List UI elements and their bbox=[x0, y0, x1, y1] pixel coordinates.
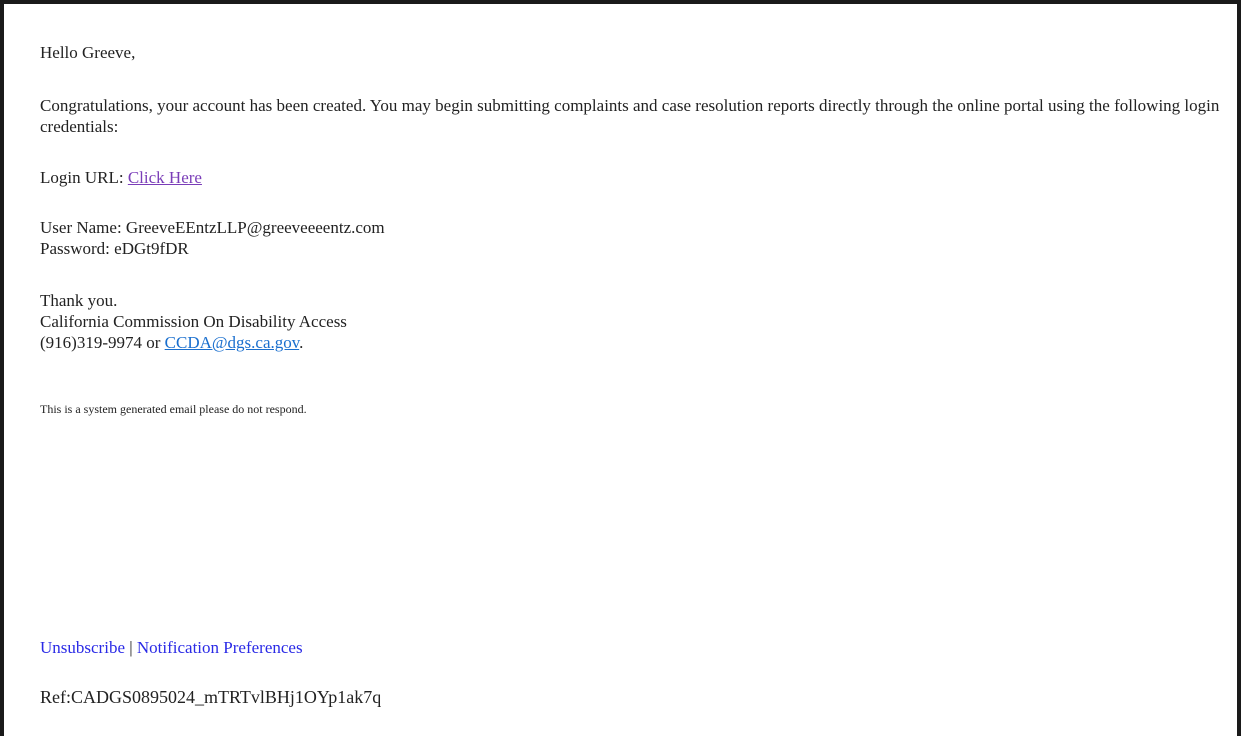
reference-code: Ref:CADGS0895024_mTRTvlBHj1OYp1ak7q bbox=[40, 687, 382, 707]
contact-email-link[interactable]: CCDA@dgs.ca.gov bbox=[165, 333, 300, 352]
greeting-text: Hello Greeve, bbox=[40, 43, 136, 62]
org-name: California Commission On Disability Acce… bbox=[40, 312, 347, 331]
login-url-line: Login URL: Click Here bbox=[40, 167, 202, 188]
username-label: User Name: bbox=[40, 218, 122, 237]
phone-text: (916)319-9974 or bbox=[40, 333, 161, 352]
signature-block: Thank you. California Commission On Disa… bbox=[40, 290, 347, 353]
login-url-label: Login URL: bbox=[40, 168, 124, 187]
username-line: User Name: GreeveEEntzLLP@greeveeeentz.c… bbox=[40, 217, 385, 238]
footer-links: Unsubscribe | Notification Preferences bbox=[40, 637, 303, 658]
footer-separator: | bbox=[129, 638, 133, 657]
contact-trailing: . bbox=[299, 333, 304, 352]
email-body-frame: Hello Greeve, Congratulations, your acco… bbox=[0, 0, 1241, 736]
password-label: Password: bbox=[40, 239, 110, 258]
intro-paragraph: Congratulations, your account has been c… bbox=[40, 96, 1220, 136]
password-line: Password: eDGt9fDR bbox=[40, 238, 385, 259]
username-value: GreeveEEntzLLP@greeveeeentz.com bbox=[125, 218, 385, 237]
unsubscribe-link[interactable]: Unsubscribe bbox=[40, 638, 125, 657]
system-note: This is a system generated email please … bbox=[40, 402, 307, 416]
credentials-block: User Name: GreeveEEntzLLP@greeveeeentz.c… bbox=[40, 217, 385, 259]
contact-line: (916)319-9974 or CCDA@dgs.ca.gov. bbox=[40, 332, 347, 353]
thanks-text: Thank you. bbox=[40, 291, 118, 310]
login-url-link[interactable]: Click Here bbox=[128, 168, 202, 187]
notification-preferences-link[interactable]: Notification Preferences bbox=[137, 638, 303, 657]
password-value: eDGt9fDR bbox=[114, 239, 189, 258]
